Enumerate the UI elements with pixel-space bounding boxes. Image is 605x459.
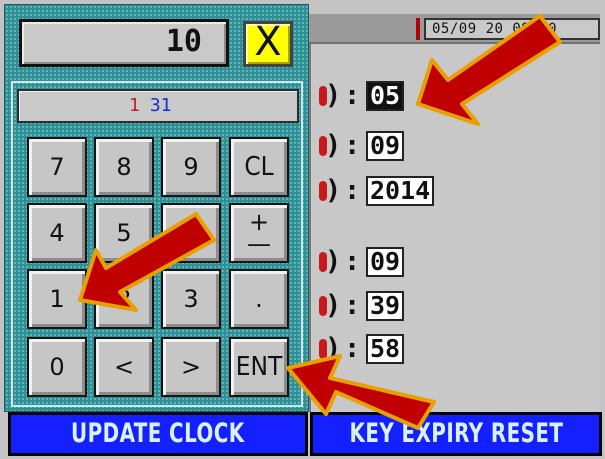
field-row-month: ): 09 bbox=[311, 130, 405, 162]
key-2[interactable]: 2 bbox=[94, 269, 154, 329]
key-8[interactable]: 8 bbox=[94, 137, 154, 197]
second-field[interactable]: 58 bbox=[366, 334, 405, 364]
key-0[interactable]: 0 bbox=[27, 337, 87, 397]
key-expiry-reset-button[interactable]: KEY EXPIRY RESET bbox=[310, 412, 602, 456]
minus-sign: — bbox=[247, 230, 271, 258]
cursor-left-key[interactable]: < bbox=[94, 337, 154, 397]
update-clock-button[interactable]: UPDATE CLOCK bbox=[8, 412, 308, 456]
hour-field[interactable]: 09 bbox=[366, 247, 405, 277]
update-clock-label: UPDATE CLOCK bbox=[71, 418, 245, 449]
clear-key[interactable]: CL bbox=[229, 137, 289, 197]
field-row-second: ): 58 bbox=[311, 333, 405, 365]
keypad-display: 10 bbox=[19, 19, 229, 67]
close-keypad-button[interactable]: X bbox=[243, 21, 293, 67]
key-5[interactable]: 5 bbox=[94, 203, 154, 263]
minute-field[interactable]: 39 bbox=[366, 291, 405, 321]
decimal-key[interactable]: . bbox=[229, 269, 289, 329]
datetime-readout: 05/09 20 09 40 bbox=[424, 18, 600, 40]
key-7[interactable]: 7 bbox=[27, 137, 87, 197]
numeric-keypad: 10 X 1 31 7 8 9 CL 4 5 6 + — 1 2 3 . 0 < … bbox=[4, 4, 309, 412]
alarm-marker bbox=[416, 18, 420, 40]
field-row-day: ): 05 bbox=[311, 80, 405, 112]
key-6[interactable]: 6 bbox=[161, 203, 221, 263]
enter-key[interactable]: ENT bbox=[229, 337, 289, 397]
field-row-minute: ): 39 bbox=[311, 290, 405, 322]
x-icon: X bbox=[254, 19, 282, 65]
day-field[interactable]: 05 bbox=[366, 81, 405, 111]
range-min: 1 bbox=[129, 95, 140, 116]
range-max: 31 bbox=[149, 95, 172, 116]
key-4[interactable]: 4 bbox=[27, 203, 87, 263]
month-field[interactable]: 09 bbox=[366, 131, 405, 161]
range-indicator: 1 31 bbox=[17, 89, 299, 123]
cursor-right-key[interactable]: > bbox=[161, 337, 221, 397]
key-3[interactable]: 3 bbox=[161, 269, 221, 329]
key-expiry-reset-label: KEY EXPIRY RESET bbox=[349, 418, 563, 449]
key-9[interactable]: 9 bbox=[161, 137, 221, 197]
clock-fields-panel: ): 05 ): 09 ): 2014 ): 09 ): 39 ): 58 bbox=[308, 44, 600, 412]
keypad-display-value: 10 bbox=[165, 24, 202, 59]
year-field[interactable]: 2014 bbox=[366, 176, 435, 206]
field-row-year: ): 2014 bbox=[311, 175, 435, 207]
key-1[interactable]: 1 bbox=[27, 269, 87, 329]
plus-minus-key[interactable]: + — bbox=[229, 203, 289, 263]
field-row-hour: ): 09 bbox=[311, 246, 405, 278]
